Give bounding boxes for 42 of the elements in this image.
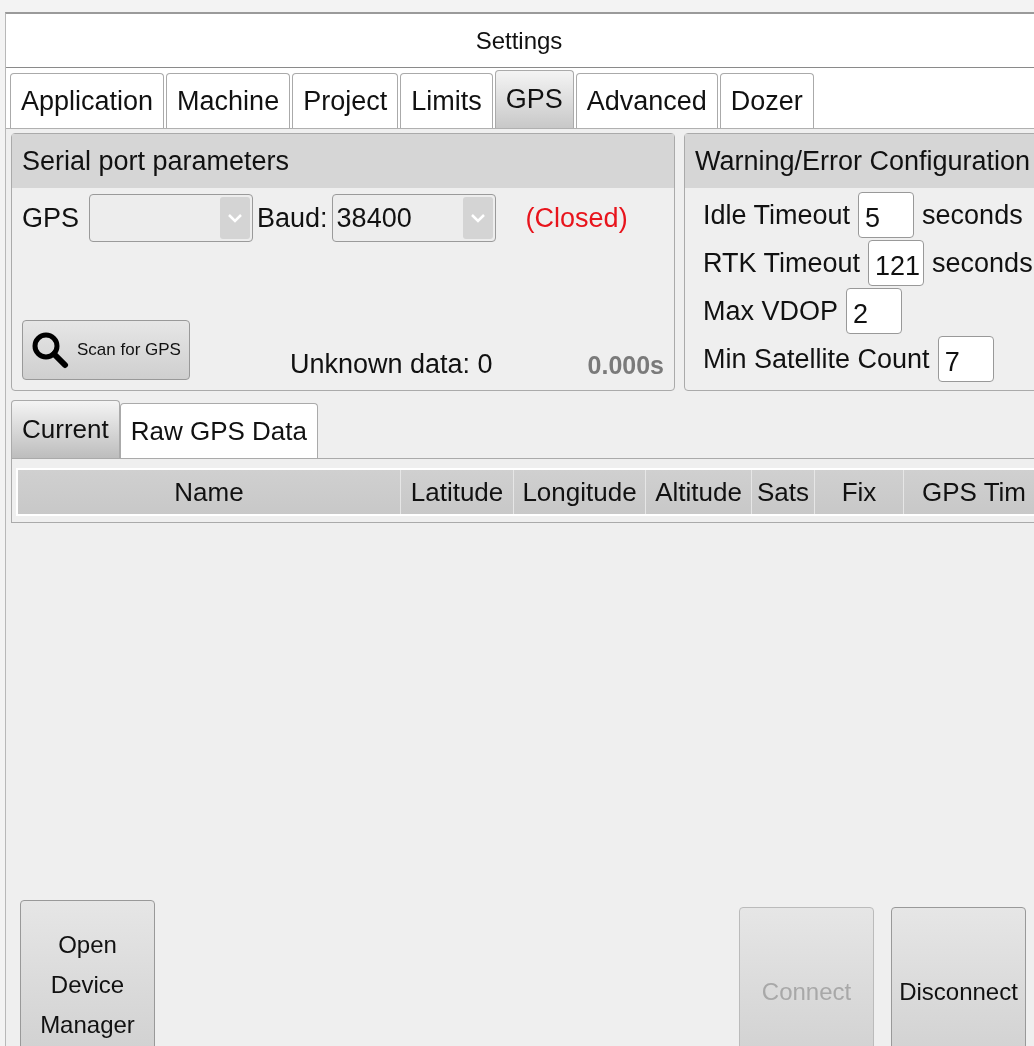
setting-label: Min Satellite Count: [703, 343, 930, 375]
column-header: Fix: [815, 470, 904, 514]
column-header: Longitude: [514, 470, 646, 514]
settings-tab[interactable]: Application: [10, 73, 165, 128]
column-header: GPS Tim: [904, 470, 1034, 514]
unknown-data-count: Unknown data: 0: [290, 349, 493, 380]
unit-label: seconds: [922, 199, 1023, 231]
panel-title: Warning/Error Configuration: [695, 145, 1031, 177]
settings-tab[interactable]: Machine: [166, 73, 291, 128]
settings-tab[interactable]: Limits: [400, 73, 493, 128]
settings-tab[interactable]: Project: [292, 73, 399, 128]
search-icon: [31, 331, 69, 369]
chevron-down-icon: [228, 213, 243, 223]
device-manager-button[interactable]: Open Device Manager: [20, 900, 155, 1046]
data-view-tab[interactable]: Current: [11, 400, 120, 458]
panel-title: Serial port parameters: [22, 145, 290, 177]
baud-label: Baud:: [257, 202, 328, 234]
elapsed-time: 0.000s: [587, 351, 664, 380]
settings-tab[interactable]: Advanced: [575, 73, 718, 128]
column-header: Name: [18, 470, 401, 514]
column-header: Sats: [752, 470, 815, 514]
chevron-down-icon: [470, 213, 485, 223]
baud-dropdown[interactable]: 38400: [331, 194, 496, 242]
column-header: Latitude: [401, 470, 514, 514]
number-field[interactable]: 121: [868, 240, 925, 286]
number-field[interactable]: 7: [937, 336, 994, 382]
gps-port-dropdown[interactable]: [89, 194, 254, 242]
settings-tab[interactable]: Dozer: [719, 73, 814, 128]
connection-button[interactable]: Disconnect: [891, 907, 1026, 1046]
port-status: (Closed): [525, 202, 628, 234]
scan-button[interactable]: Scan for GPS: [22, 320, 190, 380]
unit-label: seconds: [932, 247, 1033, 279]
settings-tab[interactable]: GPS: [494, 70, 574, 128]
gps-label: GPS: [22, 202, 80, 234]
window-title: Settings: [475, 26, 563, 55]
number-field[interactable]: 2: [846, 288, 903, 334]
column-header: Altitude: [646, 470, 752, 514]
data-view-tab[interactable]: Raw GPS Data: [119, 403, 318, 458]
number-field[interactable]: 5: [858, 192, 915, 238]
setting-label: Max VDOP: [703, 295, 839, 327]
setting-label: Idle Timeout: [703, 199, 851, 231]
setting-label: RTK Timeout: [703, 247, 861, 279]
